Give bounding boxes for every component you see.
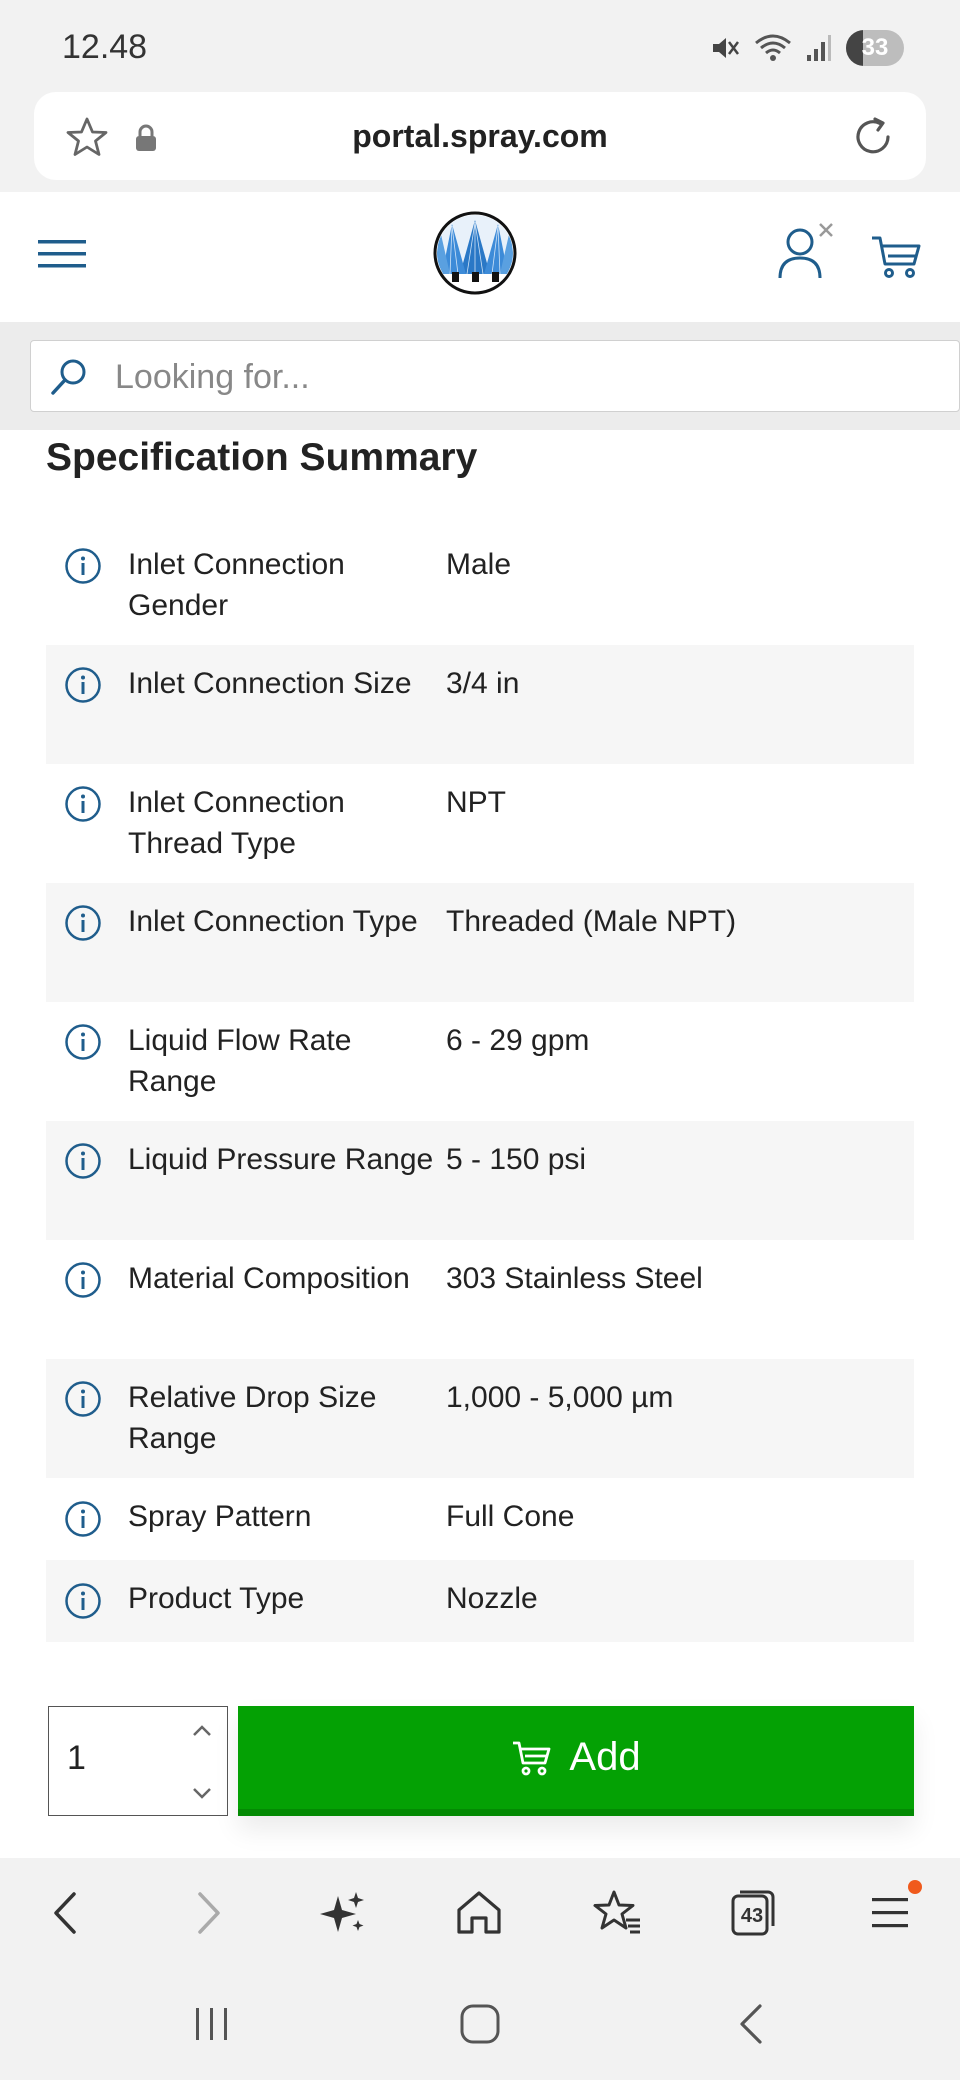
info-icon[interactable] (64, 1261, 102, 1299)
spec-value: 1,000 - 5,000 µm (446, 1381, 674, 1414)
notification-dot (908, 1880, 922, 1894)
url-text[interactable]: portal.spray.com (34, 118, 926, 155)
search-icon (51, 359, 86, 395)
spec-label: Inlet Connection Thread Type (128, 786, 345, 860)
site-header (0, 192, 960, 322)
spec-label: Liquid Flow Rate Range (128, 1024, 352, 1098)
spec-label: Inlet Connection Type (128, 905, 418, 938)
quantity-input[interactable] (67, 1739, 167, 1778)
spec-value: Threaded (Male NPT) (446, 905, 737, 938)
spec-row-material-composition: Material Composition 303 Stainless Steel (46, 1240, 914, 1359)
recent-apps-icon[interactable] (190, 2002, 234, 2046)
status-bar: 12.48 33 (0, 0, 960, 90)
section-title: Specification Summary (46, 436, 478, 479)
info-icon[interactable] (64, 1023, 102, 1061)
mute-icon (713, 38, 739, 58)
status-icons: 33 (710, 28, 904, 68)
tabs-button[interactable]: 43 (730, 1888, 780, 1938)
home-nav-icon[interactable] (458, 2002, 502, 2046)
spec-label: Liquid Pressure Range (128, 1143, 434, 1176)
system-navigation-bar (0, 1968, 960, 2080)
spec-row-inlet-connection-gender: Inlet Connection Gender Male (46, 526, 914, 645)
spec-label: Spray Pattern (128, 1500, 312, 1533)
back-icon[interactable] (42, 1888, 92, 1938)
search-input[interactable] (115, 353, 915, 401)
spec-row-product-type: Product Type Nozzle (46, 1560, 914, 1642)
info-icon[interactable] (64, 1380, 102, 1418)
signal-icon (807, 35, 831, 61)
spec-value: 6 - 29 gpm (446, 1024, 590, 1057)
cart-icon (513, 1741, 551, 1775)
spec-row-liquid-flow-rate-range: Liquid Flow Rate Range 6 - 29 gpm (46, 1002, 914, 1121)
address-bar[interactable]: portal.spray.com (34, 92, 926, 180)
spec-value: Male (446, 548, 512, 581)
info-icon[interactable] (64, 785, 102, 823)
spec-row-spray-pattern: Spray Pattern Full Cone (46, 1478, 914, 1560)
spec-row-inlet-connection-thread-type: Inlet Connection Thread Type NPT (46, 764, 914, 883)
wifi-icon (755, 34, 791, 61)
info-icon[interactable] (64, 1142, 102, 1180)
add-button-label: Add (569, 1735, 641, 1779)
spec-label: Inlet Connection Size (128, 667, 412, 700)
spec-row-inlet-connection-type: Inlet Connection Type Threaded (Male NPT… (46, 883, 914, 1002)
search-area (0, 322, 960, 430)
spec-value: NPT (446, 786, 506, 819)
spec-value: 303 Stainless Steel (446, 1262, 703, 1295)
home-icon[interactable] (454, 1888, 504, 1938)
tabs-count: 43 (740, 1904, 764, 1927)
spec-value: 5 - 150 psi (446, 1143, 587, 1176)
info-icon[interactable] (64, 1500, 102, 1538)
info-icon[interactable] (64, 547, 102, 585)
reload-icon[interactable] (850, 114, 896, 160)
ai-sparkle-icon[interactable] (318, 1888, 368, 1938)
product-content: Specification Summary Inlet Connection G… (0, 430, 960, 1858)
forward-icon[interactable] (182, 1888, 232, 1938)
spec-label: Material Composition (128, 1262, 410, 1295)
info-icon[interactable] (64, 666, 102, 704)
info-icon[interactable] (64, 904, 102, 942)
bookmarks-icon[interactable] (592, 1888, 642, 1938)
spec-row-liquid-pressure-range: Liquid Pressure Range 5 - 150 psi (46, 1121, 914, 1240)
spec-value: 3/4 in (446, 667, 520, 700)
hamburger-menu-icon[interactable] (38, 234, 86, 274)
chevron-down-icon[interactable] (191, 1785, 213, 1801)
address-bar-area: portal.spray.com (0, 90, 960, 192)
spec-value: Nozzle (446, 1582, 538, 1615)
info-icon[interactable] (64, 1582, 102, 1620)
spec-label: Inlet Connection Gender (128, 548, 345, 622)
back-nav-icon[interactable] (730, 2002, 774, 2046)
spec-row-relative-drop-size-range: Relative Drop Size Range 1,000 - 5,000 µ… (46, 1359, 914, 1478)
spec-label: Relative Drop Size Range (128, 1381, 377, 1455)
battery-level: 33 (861, 34, 889, 61)
menu-icon (872, 1898, 908, 1928)
battery-icon: 33 (846, 30, 904, 66)
browser-menu-button[interactable] (866, 1880, 922, 1938)
quantity-stepper[interactable] (48, 1706, 228, 1816)
browser-toolbar: 43 (0, 1858, 960, 1968)
account-icon[interactable] (774, 220, 838, 284)
status-time: 12.48 (62, 28, 148, 66)
spec-row-inlet-connection-size: Inlet Connection Size 3/4 in (46, 645, 914, 764)
spraying-systems-logo[interactable] (432, 210, 518, 296)
cart-icon[interactable] (870, 234, 922, 280)
spec-label: Product Type (128, 1582, 305, 1615)
search-box[interactable] (30, 340, 960, 412)
chevron-up-icon[interactable] (191, 1723, 213, 1739)
spec-value: Full Cone (446, 1500, 575, 1533)
specification-list: Inlet Connection Gender Male Inlet Conne… (46, 526, 914, 1642)
add-to-cart-button[interactable]: Add (238, 1706, 914, 1816)
